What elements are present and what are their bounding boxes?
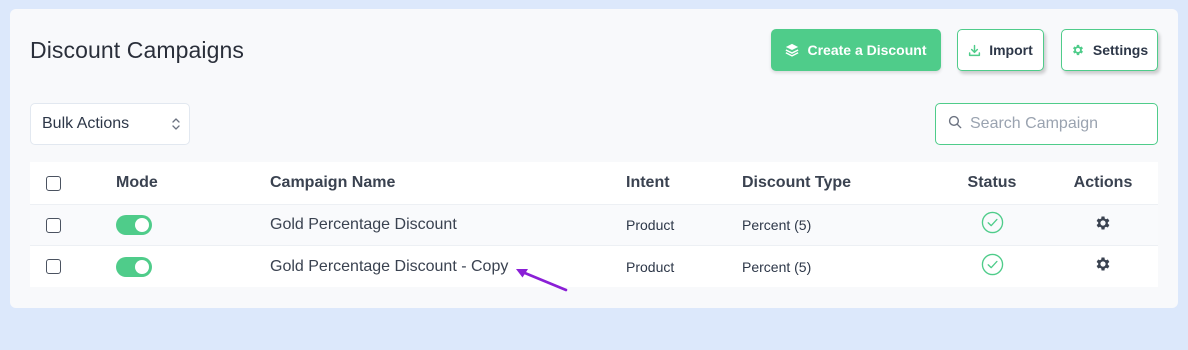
column-header-actions: Actions <box>1073 174 1133 191</box>
campaigns-panel: Discount Campaigns Create a Discount Imp… <box>10 9 1178 308</box>
settings-label: Settings <box>1092 42 1149 58</box>
campaign-name[interactable]: Gold Percentage Discount - Copy <box>270 246 508 287</box>
arrow-icon <box>516 269 568 292</box>
campaign-name[interactable]: Gold Percentage Discount <box>270 205 457 245</box>
column-header-discount-type: Discount Type <box>742 174 852 191</box>
mode-toggle[interactable] <box>116 215 152 235</box>
row-checkbox[interactable] <box>46 217 61 233</box>
discount-type-cell: Percent (5) <box>742 217 812 233</box>
select-all-checkbox[interactable] <box>46 175 61 191</box>
bulk-actions-label: Bulk Actions <box>42 115 130 132</box>
search-box[interactable] <box>935 103 1158 145</box>
layers-icon <box>785 43 799 57</box>
row-checkbox-cell[interactable] <box>46 246 61 287</box>
check-circle-icon <box>981 253 1004 281</box>
header-checkbox-cell[interactable] <box>46 162 61 204</box>
settings-button[interactable]: Settings <box>1061 29 1158 71</box>
check-circle-icon <box>981 211 1004 239</box>
intent-cell: Product <box>626 258 675 275</box>
table-row: Gold Percentage Discount Product Percent… <box>30 205 1158 246</box>
bulk-actions-select[interactable]: Bulk Actions <box>30 103 190 145</box>
mode-cell <box>116 246 152 287</box>
status-cell <box>969 246 1015 287</box>
mode-toggle[interactable] <box>116 256 152 277</box>
mode-cell <box>116 205 152 245</box>
gear-icon <box>1071 43 1085 57</box>
actions-cell <box>1076 205 1130 245</box>
select-caret-icon <box>171 116 181 132</box>
column-header-status: Status <box>967 174 1017 191</box>
table-row: Gold Percentage Discount - Copy Product … <box>30 246 1158 287</box>
import-button[interactable]: Import <box>957 29 1044 71</box>
actions-cell <box>1076 246 1130 287</box>
column-header-intent: Intent <box>626 174 670 191</box>
column-header-mode: Mode <box>116 174 158 191</box>
campaigns-table: Mode Campaign Name Intent Discount Type … <box>30 162 1158 287</box>
discount-type-cell: Percent (5) <box>742 258 812 275</box>
create-discount-label: Create a Discount <box>807 42 927 58</box>
gear-icon[interactable] <box>1094 214 1112 237</box>
row-checkbox[interactable] <box>46 259 61 274</box>
status-cell <box>969 205 1015 245</box>
gear-icon[interactable] <box>1094 255 1112 278</box>
row-checkbox-cell[interactable] <box>46 205 61 245</box>
search-icon <box>948 115 962 134</box>
intent-cell: Product <box>626 217 675 233</box>
create-discount-button[interactable]: Create a Discount <box>771 29 941 71</box>
download-icon <box>968 44 981 57</box>
import-label: Import <box>989 42 1033 58</box>
table-header-row: Mode Campaign Name Intent Discount Type … <box>30 162 1158 205</box>
page-title: Discount Campaigns <box>30 37 245 63</box>
column-header-campaign-name: Campaign Name <box>270 174 396 191</box>
search-input[interactable] <box>970 115 1150 133</box>
